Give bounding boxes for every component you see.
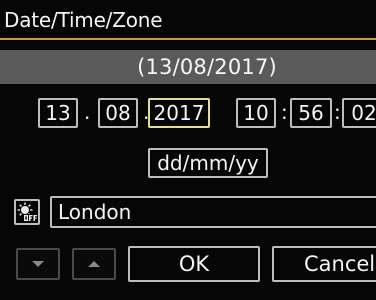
scroll-up-button[interactable] [72,248,116,280]
triangle-down-icon [32,261,44,267]
year-field[interactable]: 2017 [148,98,210,128]
title-divider [0,38,376,40]
date-summary-bar: (13/08/2017) [0,50,376,84]
second-field[interactable]: 02 [342,98,376,128]
date-separator: . [84,100,91,124]
time-zone-field[interactable]: London [50,196,376,228]
date-summary-text: (13/08/2017) [137,55,277,79]
scroll-down-button[interactable] [16,248,60,280]
time-separator: : [334,100,341,124]
day-field[interactable]: 13 [38,98,78,128]
month-field[interactable]: 08 [98,98,138,128]
hour-field[interactable]: 10 [236,98,276,128]
time-separator: : [281,100,288,124]
ok-button[interactable]: OK [128,246,260,282]
daylight-saving-off-icon[interactable] [14,199,40,225]
triangle-up-icon [88,261,100,267]
minute-field[interactable]: 56 [290,98,332,128]
date-time-zone-screen: Date/Time/Zone (13/08/2017) 13 . 08 . 20… [0,0,376,300]
date-format-button[interactable]: dd/mm/yy [148,148,268,178]
cancel-button[interactable]: Cancel [272,246,376,282]
page-title: Date/Time/Zone [4,8,163,32]
